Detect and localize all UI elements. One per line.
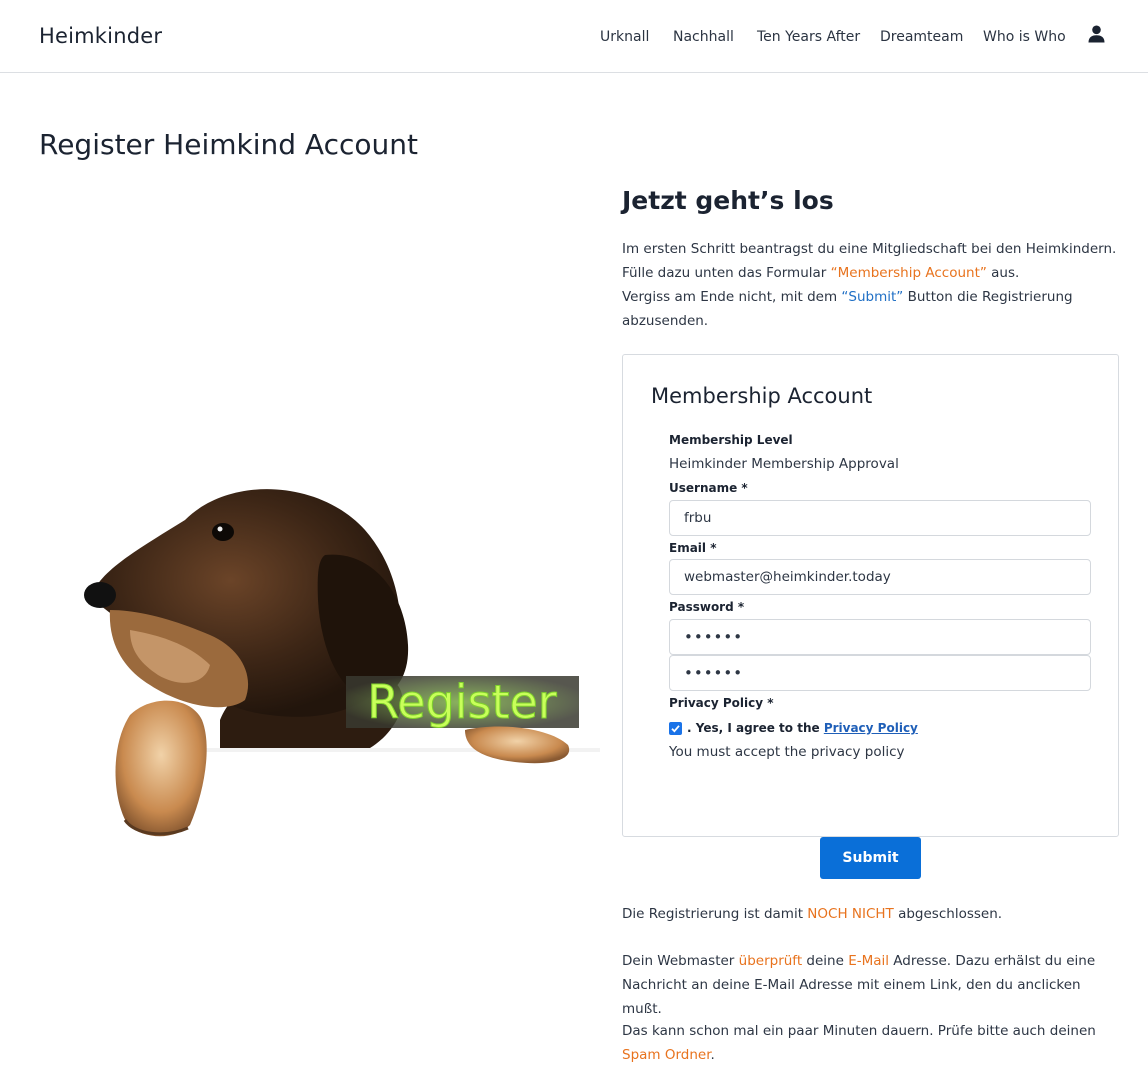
privacy-consent-prefix: . Yes, I agree to the	[687, 721, 824, 735]
nav-item-who-is-who[interactable]: Who is Who	[983, 29, 1066, 45]
info-text-2b: deine	[802, 953, 849, 969]
email-input[interactable]	[669, 559, 1091, 595]
intro-paragraph-1: Im ersten Schritt beantragst du eine Mit…	[622, 237, 1122, 285]
info-text-1b: abgeschlossen.	[893, 906, 1003, 922]
register-illustration: Register	[70, 460, 600, 845]
intro-text: Im ersten Schritt beantragst du eine Mit…	[622, 237, 1122, 333]
nav-item-urknall[interactable]: Urknall	[600, 29, 649, 45]
page-title: Register Heimkind Account	[39, 128, 418, 161]
section-title: Jetzt geht’s los	[622, 186, 834, 215]
info-highlight-noch-nicht: NOCH NICHT	[807, 906, 894, 922]
privacy-checkbox[interactable]	[669, 722, 682, 735]
intro-text-1b: aus.	[986, 265, 1020, 281]
username-label: Username *	[669, 481, 748, 495]
info-highlight-ueberprueft: überprüft	[738, 953, 803, 969]
info-paragraph-2: Dein Webmaster überprüft deine E-Mail Ad…	[622, 949, 1122, 1021]
intro-highlight-membership: “Membership Account”	[830, 265, 987, 281]
user-icon[interactable]	[1088, 25, 1105, 43]
membership-form-card: Membership Account Membership Level Heim…	[622, 354, 1119, 837]
intro-highlight-submit: “Submit”	[841, 289, 904, 305]
nav-item-dreamteam[interactable]: Dreamteam	[880, 29, 963, 45]
password-label: Password *	[669, 600, 745, 614]
privacy-policy-label: Privacy Policy *	[669, 696, 774, 710]
privacy-note: You must accept the privacy policy	[669, 744, 905, 760]
password-confirm-input[interactable]: ••••••	[669, 655, 1091, 691]
privacy-consent-text: . Yes, I agree to the Privacy Policy	[687, 721, 918, 735]
site-header: Heimkinder Urknall Nachhall Ten Years Af…	[0, 0, 1148, 73]
email-label: Email *	[669, 541, 717, 555]
register-sign-text: Register	[367, 675, 556, 729]
submit-button[interactable]: Submit	[820, 837, 921, 879]
info-text-3b: .	[710, 1047, 715, 1063]
site-brand[interactable]: Heimkinder	[39, 24, 162, 48]
membership-level-value: Heimkinder Membership Approval	[669, 456, 899, 472]
nav-item-nachhall[interactable]: Nachhall	[673, 29, 734, 45]
privacy-policy-link[interactable]: Privacy Policy	[824, 721, 918, 735]
password-input[interactable]: ••••••	[669, 619, 1091, 655]
info-paragraph-1: Die Registrierung ist damit NOCH NICHT a…	[622, 902, 1122, 926]
dog-image: Register	[84, 489, 600, 837]
info-text-1a: Die Registrierung ist damit	[622, 906, 808, 922]
membership-level-label: Membership Level	[669, 433, 793, 447]
intro-paragraph-2: Vergiss am Ende nicht, mit dem “Submit” …	[622, 285, 1122, 333]
info-paragraph-3: Das kann schon mal ein paar Minuten daue…	[622, 1019, 1122, 1067]
info-highlight-email: E-Mail	[848, 953, 890, 969]
username-input[interactable]	[669, 500, 1091, 536]
info-text-3a: Das kann schon mal ein paar Minuten daue…	[622, 1023, 1096, 1039]
info-text-2a: Dein Webmaster	[622, 953, 739, 969]
form-title: Membership Account	[651, 384, 873, 408]
intro-text-2a: Vergiss am Ende nicht, mit dem	[622, 289, 842, 305]
info-highlight-spam-ordner: Spam Ordner	[622, 1047, 711, 1063]
nav-item-ten-years-after[interactable]: Ten Years After	[757, 29, 860, 45]
